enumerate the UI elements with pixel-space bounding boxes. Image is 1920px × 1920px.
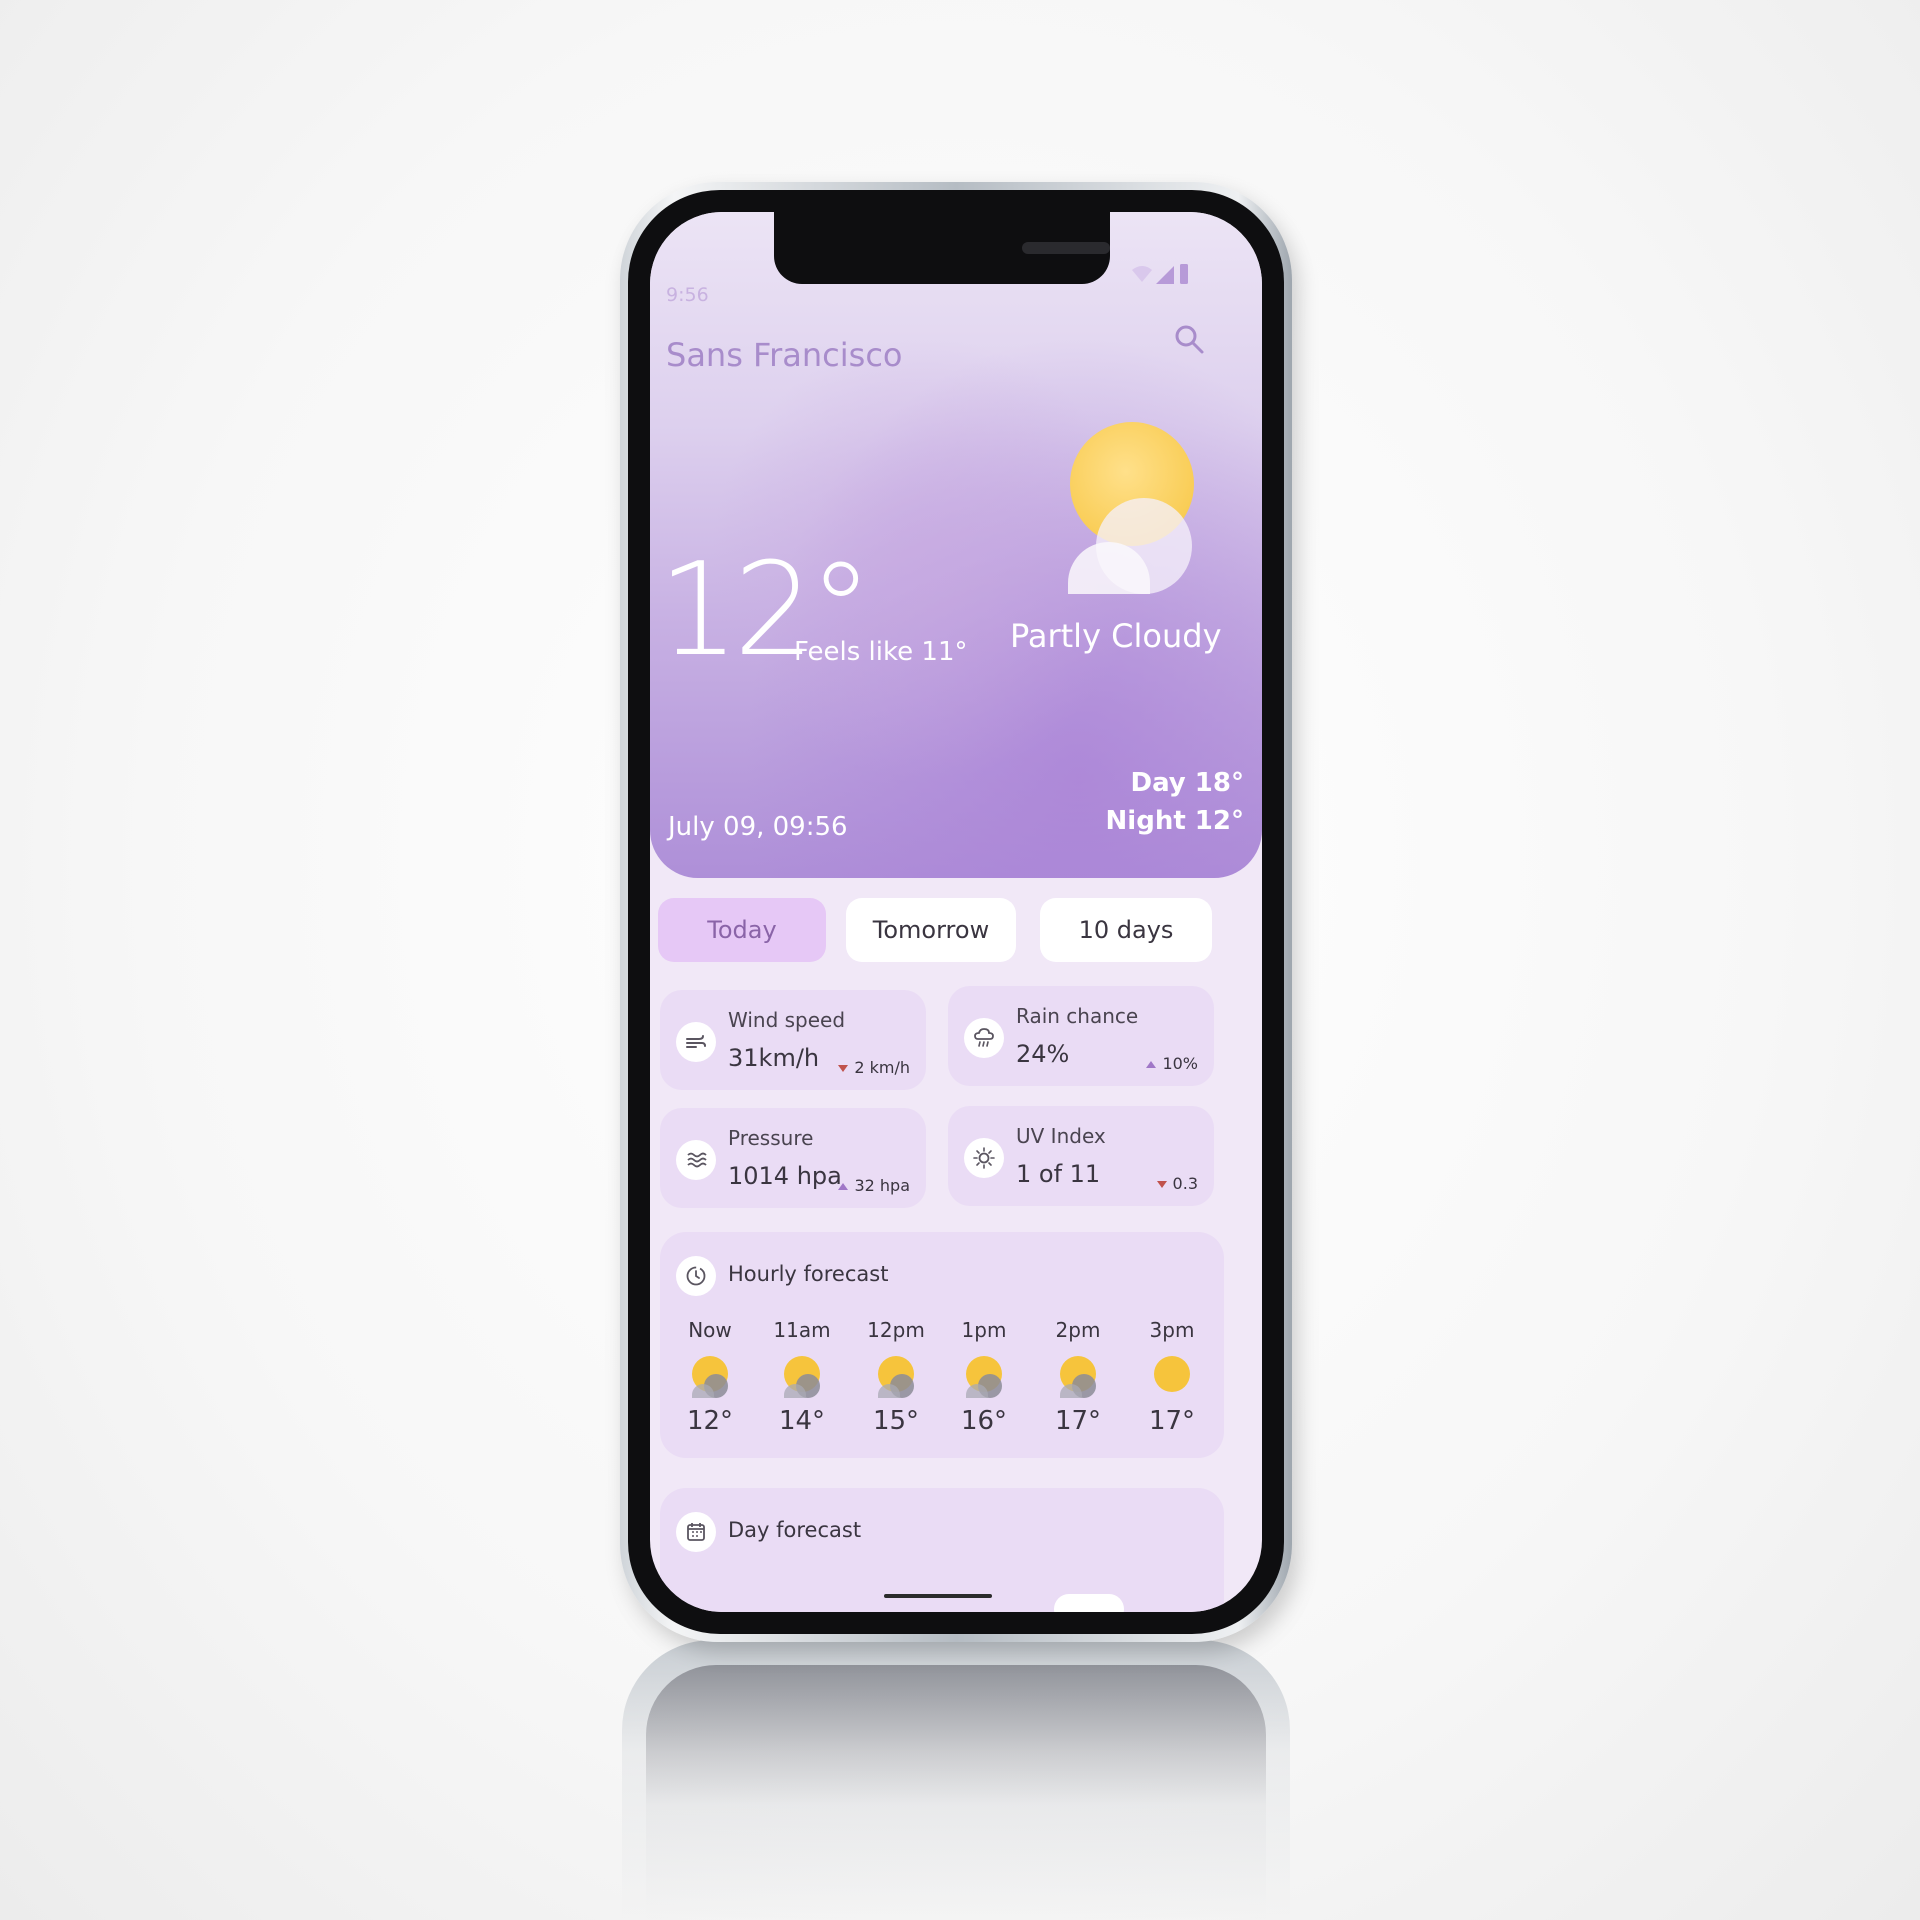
delta-value: 10% [1162,1054,1198,1073]
card-delta: 10% [1146,1054,1198,1073]
hour-item: 11am 14° [762,1318,842,1436]
day-night-temps: Day 18° Night 12° [1106,764,1244,840]
current-condition: Partly Cloudy [1010,617,1222,655]
waves-icon [676,1140,716,1180]
phone-reflection-inner [646,1665,1266,1920]
home-indicator[interactable] [884,1594,992,1598]
night-temp: Night 12° [1105,806,1244,836]
wind-icon [676,1022,716,1062]
hour-item: 1pm 16° [944,1318,1024,1436]
day-forecast-title: Day forecast [728,1518,862,1542]
pressure-card: Pressure 1014 hpa 32 hpa [660,1108,926,1208]
hour-time: 11am [773,1318,831,1342]
hourly-forecast-panel: Hourly forecast Now 12° 11am 14° 12pm 15… [660,1232,1224,1458]
hour-item: 12pm 15° [856,1318,936,1436]
card-delta: 0.3 [1156,1174,1198,1193]
city-name: Sans Francisco [666,336,903,374]
hourly-list: Now 12° 11am 14° 12pm 15° 1pm 16° 2pm 17… [670,1318,1214,1448]
sun-icon [964,1138,1004,1178]
card-label: UV Index [1016,1124,1106,1148]
hour-time: Now [688,1318,732,1342]
weather-hero: 9:56 Sans Francisco 12° Feels like 11° P… [650,212,1262,878]
card-value: 1014 hpa [728,1162,842,1190]
status-icons [1132,264,1188,284]
hour-temp: 16° [960,1406,1008,1436]
rain-icon [964,1018,1004,1058]
signal-icon [1156,266,1174,284]
partly-cloudy-icon [780,1354,824,1398]
hour-time: 2pm [1055,1318,1101,1342]
wifi-icon [1132,266,1152,282]
card-label: Wind speed [728,1008,846,1032]
clock-icon [676,1256,716,1296]
chart-value-bubble [1054,1594,1124,1612]
partly-cloudy-icon [688,1354,732,1398]
hour-temp: 14° [778,1406,826,1436]
hour-time: 3pm [1149,1318,1195,1342]
search-icon[interactable] [1172,322,1206,356]
hour-item: 3pm 17° [1132,1318,1212,1436]
battery-icon [1180,264,1188,284]
tab-today[interactable]: Today [658,898,826,962]
hour-temp: 17° [1148,1406,1196,1436]
hourly-forecast-title: Hourly forecast [728,1262,889,1286]
hour-time: 12pm [867,1318,925,1342]
card-value: 31km/h [728,1044,820,1072]
partly-cloudy-icon [1056,1354,1100,1398]
sunny-icon [1150,1354,1194,1398]
delta-value: 2 km/h [854,1058,910,1077]
hour-time: 1pm [961,1318,1007,1342]
tab-10-days[interactable]: 10 days [1040,898,1212,962]
card-label: Pressure [728,1126,814,1150]
hour-item: 2pm 17° [1038,1318,1118,1436]
partly-cloudy-icon [874,1354,918,1398]
phone-screen: 9:56 Sans Francisco 12° Feels like 11° P… [650,212,1262,1612]
hour-temp: 17° [1054,1406,1102,1436]
phone-notch [774,212,1110,284]
rain-chance-card: Rain chance 24% 10% [948,986,1214,1086]
phone-speaker [1022,242,1110,254]
card-label: Rain chance [1016,1004,1139,1028]
partly-cloudy-icon [962,1354,1006,1398]
hour-temp: 12° [686,1406,734,1436]
calendar-icon [676,1512,716,1552]
trend-down-icon [1156,1181,1167,1188]
delta-value: 32 hpa [854,1176,910,1195]
card-delta: 32 hpa [838,1176,910,1195]
uv-index-card: UV Index 1 of 11 0.3 [948,1106,1214,1206]
card-delta: 2 km/h [838,1058,910,1077]
delta-value: 0.3 [1172,1174,1198,1193]
status-time: 9:56 [666,284,709,306]
trend-up-icon [1146,1061,1157,1068]
hour-item: Now 12° [670,1318,750,1436]
wind-speed-card: Wind speed 31km/h 2 km/h [660,990,926,1090]
hour-temp: 15° [872,1406,920,1436]
day-temp: Day 18° [1130,768,1244,798]
trend-down-icon [838,1065,849,1072]
current-date: July 09, 09:56 [668,812,848,842]
card-value: 24% [1016,1040,1070,1068]
trend-up-icon [838,1183,849,1190]
feels-like: Feels like 11° [794,637,968,667]
tab-tomorrow[interactable]: Tomorrow [846,898,1016,962]
card-value: 1 of 11 [1016,1160,1101,1188]
